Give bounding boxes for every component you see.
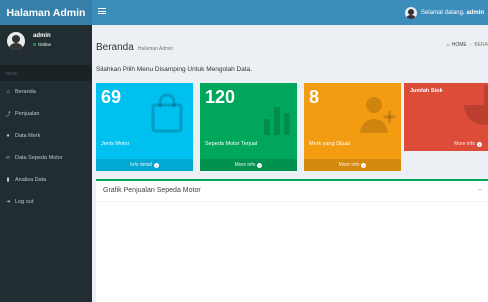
more-info-link[interactable]: More info ›: [200, 159, 297, 171]
shopping-bag-icon: [151, 93, 183, 133]
breadcrumb-current: BERA: [474, 42, 488, 48]
sidebar-item-label: Beranda: [15, 89, 36, 95]
circle-icon: ●: [6, 133, 10, 139]
arrow-circle-right-icon: ›: [153, 162, 159, 168]
document-icon: ▮: [6, 177, 10, 183]
stat-box-merk-dijual: 8 Merk yang Dijual More info ›: [304, 83, 401, 171]
page-subtitle: Halaman Admin: [137, 46, 174, 52]
sidebar-item-log-out[interactable]: ⇥ Log out: [0, 191, 92, 213]
footer-label: More info: [454, 141, 475, 147]
main-content: Beranda Halaman Admin ⌂ HOME › BERA Sila…: [92, 25, 488, 302]
more-info-link[interactable]: More info ›: [404, 138, 488, 150]
sidebar-item-label: Analisa Data: [15, 177, 47, 183]
motorcycle-icon: ∞: [6, 155, 10, 161]
footer-label: More info: [338, 162, 360, 168]
sidebar: admin Online MENU ⌂ Beranda ⤴ Penjualan …: [0, 25, 92, 302]
arrow-circle-right-icon: ›: [361, 162, 367, 168]
stat-value: 120: [205, 87, 236, 107]
instruction-text: Silahkan Pilih Menu Disamping Untuk Meng…: [96, 66, 253, 73]
collapse-button[interactable]: −: [478, 187, 482, 194]
page-header: Beranda Halaman Admin: [96, 42, 173, 53]
user-panel: admin Online: [0, 25, 92, 65]
stat-box-jumlah-stok: Jumlah Stok More info ›: [404, 83, 488, 151]
chart-panel: Grafik Penjualan Sepeda Motor −: [96, 179, 488, 302]
top-navbar: Selamat datang, admin: [92, 0, 488, 25]
pie-chart-icon: [464, 85, 488, 125]
footer-label: More info: [234, 162, 256, 168]
user-name: admin: [33, 33, 51, 39]
stat-value: 8: [309, 87, 320, 107]
breadcrumb-home[interactable]: HOME: [452, 42, 467, 48]
user-status-label: Online: [38, 42, 52, 47]
sidebar-item-data-merk[interactable]: ● Data Merk: [0, 125, 92, 147]
sidebar-item-label: Data Merk: [15, 133, 41, 139]
footer-label: Info detail: [130, 162, 152, 168]
sidebar-item-beranda[interactable]: ⌂ Beranda: [0, 81, 92, 103]
more-info-link[interactable]: More info ›: [304, 159, 401, 171]
user-status: Online: [33, 42, 51, 47]
stat-box-jenis-motor: 69 Jenis Motor Info detail ›: [96, 83, 193, 171]
arrow-circle-right-icon: ›: [477, 141, 482, 147]
sidebar-item-label: Log out: [15, 199, 34, 205]
sidebar-item-label: Penjualan: [15, 111, 40, 117]
user-menu[interactable]: Selamat datang, admin: [404, 0, 488, 25]
sidebar-toggle-icon[interactable]: [98, 7, 106, 15]
stat-label: Jenis Motor: [101, 141, 130, 147]
welcome-user: admin: [466, 9, 484, 16]
info-detail-link[interactable]: Info detail ›: [96, 159, 193, 171]
welcome-text: Selamat datang, admin: [421, 10, 484, 16]
sidebar-item-label: Data Sepeda Motor: [15, 155, 63, 161]
stat-value: 69: [101, 87, 122, 107]
breadcrumb-separator: ›: [469, 42, 472, 48]
home-icon: ⌂: [6, 89, 10, 95]
avatar-icon: [404, 6, 417, 19]
sidebar-item-analisa-data[interactable]: ▮ Analisa Data: [0, 169, 92, 191]
stat-label: Merk yang Dijual: [309, 141, 350, 147]
app-logo[interactable]: Halaman Admin: [0, 0, 92, 25]
arrow-circle-right-icon: ›: [257, 162, 263, 168]
sidebar-item-data-sepeda-motor[interactable]: ∞ Data Sepeda Motor: [0, 147, 92, 169]
stat-label: Jumlah Stok: [410, 88, 443, 94]
stat-box-sepeda-motor-terjual: 120 Sepeda Motor Terjual More info ›: [200, 83, 297, 171]
user-plus-icon: [360, 97, 396, 133]
online-status-icon: [33, 43, 36, 46]
welcome-prefix: Selamat datang,: [420, 9, 465, 16]
home-icon: ⌂: [446, 42, 450, 48]
sidebar-item-penjualan[interactable]: ⤴ Penjualan: [0, 103, 92, 125]
line-chart-icon: ⤴: [5, 112, 11, 118]
page-title: Beranda: [96, 42, 134, 53]
user-avatar: [7, 32, 25, 50]
panel-divider: [96, 201, 488, 202]
bar-chart-icon: [264, 107, 290, 135]
logout-icon: ⇥: [5, 199, 11, 205]
breadcrumb: ⌂ HOME › BERA: [447, 42, 488, 48]
menu-header: MENU: [0, 65, 92, 81]
stat-label: Sepeda Motor Terjual: [205, 141, 258, 147]
panel-title: Grafik Penjualan Sepeda Motor: [103, 187, 201, 194]
